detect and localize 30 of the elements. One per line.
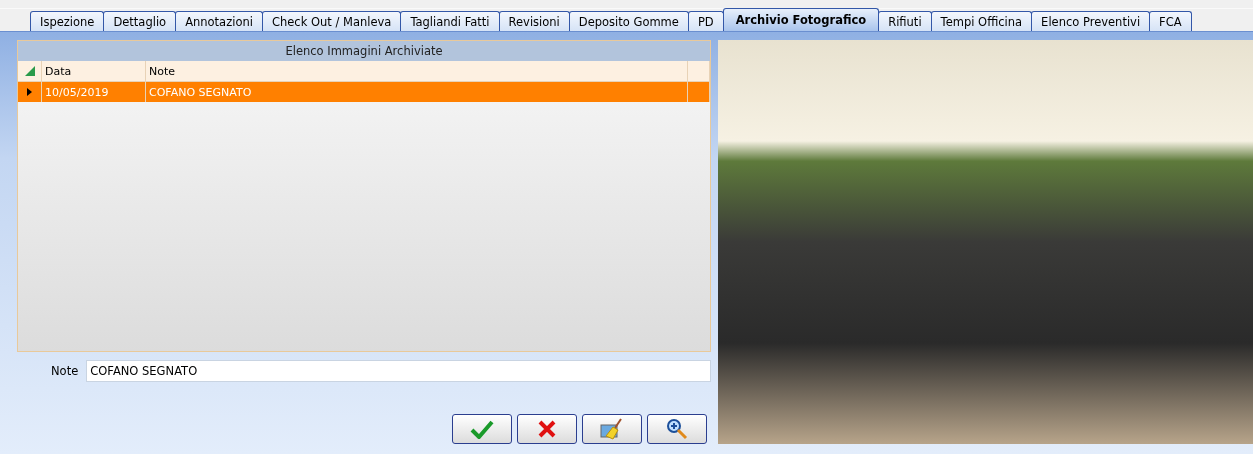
tab[interactable]: Dettaglio — [103, 11, 177, 31]
row-pointer-icon — [27, 88, 32, 96]
confirm-button[interactable] — [452, 414, 512, 444]
column-header[interactable]: Note — [146, 61, 688, 81]
tab[interactable]: FCA — [1149, 11, 1192, 31]
zoom-button[interactable] — [647, 414, 707, 444]
cancel-button[interactable] — [517, 414, 577, 444]
tab[interactable]: Revisioni — [498, 11, 570, 31]
tab[interactable]: Check Out / Manleva — [261, 11, 402, 31]
cross-icon — [537, 419, 557, 439]
checkmark-icon — [470, 419, 494, 439]
note-field[interactable]: COFANO SEGNATO — [86, 360, 711, 382]
grid-title: Elenco Immagini Archiviate — [18, 41, 710, 61]
tab[interactable]: Archivio Fotografico — [722, 8, 880, 31]
tab[interactable]: Elenco Preventivi — [1031, 11, 1151, 31]
broom-icon — [599, 418, 625, 440]
tab[interactable]: Tempi Officina — [930, 11, 1033, 31]
table-cell: 10/05/2019 — [42, 82, 146, 102]
tab[interactable]: Ispezione — [30, 11, 105, 31]
tab[interactable]: Rifiuti — [878, 11, 932, 31]
tab[interactable]: Deposito Gomme — [568, 11, 689, 31]
sort-triangle-icon — [24, 66, 35, 76]
column-header[interactable]: Data — [42, 61, 146, 81]
tab[interactable]: Tagliandi Fatti — [400, 11, 500, 31]
table-cell: COFANO SEGNATO — [146, 82, 688, 102]
zoom-in-icon — [665, 418, 689, 440]
tab[interactable]: PD — [687, 11, 724, 31]
clear-button[interactable] — [582, 414, 642, 444]
note-label: Note — [51, 364, 79, 378]
tab[interactable]: Annotazioni — [175, 11, 263, 31]
